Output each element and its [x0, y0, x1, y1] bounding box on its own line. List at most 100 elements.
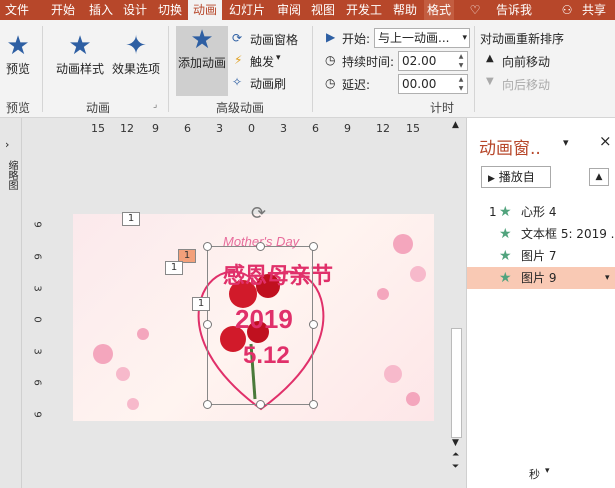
ruler-tick: 15	[91, 122, 105, 135]
effect-options-label: 效果选项	[111, 62, 160, 76]
divider	[474, 26, 475, 112]
tab-file[interactable]: 文件	[0, 0, 34, 20]
item-number: 1	[489, 205, 497, 219]
resize-handle[interactable]	[256, 400, 265, 409]
list-item[interactable]: ★ 图片 7	[467, 245, 615, 267]
animation-pane-button[interactable]: 动画窗格	[250, 31, 298, 48]
tab-slideshow[interactable]: 幻灯片	[226, 0, 268, 20]
add-animation-button[interactable]: ★ 添加动画	[176, 26, 228, 96]
effect-star-icon: ✦	[125, 31, 147, 61]
group-timing-label: 计时	[429, 101, 454, 115]
resize-handle[interactable]	[203, 320, 212, 329]
spinner-icon[interactable]: ▲ ▼	[455, 75, 467, 93]
preview-star-icon: ★	[6, 31, 30, 61]
effect-star-icon: ★	[499, 270, 512, 286]
delay-value: 00.00	[402, 77, 437, 91]
resize-handle[interactable]	[203, 400, 212, 409]
preview-label: 预览	[5, 62, 30, 76]
tell-me[interactable]: 告诉我	[492, 0, 536, 20]
tab-view[interactable]: 视图	[308, 0, 338, 20]
ruler-tick: 9	[31, 221, 43, 228]
effect-star-icon: ★	[499, 204, 512, 220]
list-item[interactable]: ★ 文本框 5: 2019 ...	[467, 223, 615, 245]
rotate-handle-icon[interactable]: ⟳	[251, 203, 266, 224]
start-select[interactable]: 与上一动画... ▾	[374, 28, 470, 48]
resize-handle[interactable]	[203, 242, 212, 251]
divider	[42, 26, 43, 112]
person-icon[interactable]: ⚇	[560, 0, 574, 20]
tab-review[interactable]: 审阅	[274, 0, 304, 20]
add-star-icon: ★	[190, 25, 214, 55]
delay-clock-icon: ◷	[325, 76, 336, 90]
tab-help[interactable]: 帮助	[390, 0, 420, 20]
up-arrow-icon: ▲	[486, 53, 494, 64]
share-button[interactable]: 共享	[576, 0, 612, 20]
tab-design[interactable]: 设计	[120, 0, 150, 20]
reorder-label: 对动画重新排序	[480, 32, 565, 46]
tab-format[interactable]: 格式	[424, 0, 454, 20]
tab-developer[interactable]: 开发工	[342, 0, 386, 20]
ruler-tick: 15	[406, 122, 420, 135]
duration-input[interactable]: 02.00 ▲ ▼	[398, 51, 468, 71]
lightbulb-icon[interactable]: ♡	[466, 0, 484, 20]
tab-transitions[interactable]: 切换	[155, 0, 185, 20]
tab-home[interactable]: 开始	[48, 0, 78, 20]
preview-button[interactable]: ★ 预览	[4, 32, 32, 77]
chevron-down-icon[interactable]: ▾	[545, 466, 550, 476]
vertical-scrollbar[interactable]: ▲ ▼ ⏶ ⏷	[448, 118, 465, 488]
delay-input[interactable]: 00.00 ▲ ▼	[398, 74, 468, 94]
chevron-down-icon: ▾	[462, 33, 467, 43]
tab-insert[interactable]: 插入	[86, 0, 116, 20]
chevron-down-icon: ▾	[276, 53, 281, 63]
ruler-tick: 6	[184, 122, 191, 135]
ruler-tick: 12	[120, 122, 134, 135]
dialog-launcher-icon[interactable]: ⌟	[153, 100, 157, 110]
timeline-unit: 秒	[529, 468, 540, 481]
item-label: 心形 4	[521, 205, 557, 219]
trigger-button[interactable]: 触发	[250, 53, 274, 70]
vertical-ruler: 9 6 3 0 3 6 9	[31, 210, 52, 420]
close-icon[interactable]: ×	[599, 132, 612, 150]
animation-styles-button[interactable]: ★ 动画样式	[52, 32, 108, 77]
play-icon: ▶	[488, 174, 495, 184]
animation-brush-button[interactable]: 动画刷	[250, 75, 286, 92]
group-animation-label: 动画	[85, 101, 110, 115]
animation-tag[interactable]: 1	[192, 297, 210, 311]
horizontal-ruler: 15 12 9 6 3 0 3 6 9 12 15	[62, 118, 452, 138]
ruler-tick: 6	[31, 379, 43, 386]
chevron-right-icon[interactable]: ›	[5, 138, 9, 151]
spinner-icon[interactable]: ▲ ▼	[455, 52, 467, 70]
pane-title: 动画窗..	[479, 139, 541, 159]
tab-animations[interactable]: 动画	[188, 0, 222, 20]
scroll-up-icon[interactable]: ▲	[452, 120, 459, 130]
chevron-down-icon[interactable]: ▾	[563, 136, 569, 149]
animation-tag[interactable]: 1	[122, 212, 140, 226]
animation-tag[interactable]: 1	[165, 261, 183, 275]
scroll-thumb[interactable]	[451, 328, 462, 438]
animation-styles-label: 动画样式	[55, 62, 104, 76]
duration-value: 02.00	[402, 54, 437, 68]
ruler-tick: 9	[31, 411, 43, 418]
ruler-tick: 6	[31, 253, 43, 260]
resize-handle[interactable]	[256, 242, 265, 251]
scroll-down-icon[interactable]: ▼	[452, 438, 459, 448]
effect-options-button[interactable]: ✦ 效果选项	[108, 32, 164, 77]
ruler-tick: 3	[280, 122, 287, 135]
play-from-button[interactable]: ▶ 播放自	[481, 166, 551, 188]
move-later-button[interactable]: 向后移动	[502, 76, 550, 93]
move-up-button[interactable]: ▲	[589, 168, 609, 186]
thumbnails-label: 缩略图	[6, 160, 17, 190]
brush-icon: ✧	[232, 75, 243, 89]
move-earlier-button[interactable]: 向前移动	[502, 53, 550, 70]
resize-handle[interactable]	[309, 320, 318, 329]
chevron-down-icon[interactable]: ▾	[605, 267, 610, 289]
resize-handle[interactable]	[309, 400, 318, 409]
prev-slide-icon[interactable]: ⏶	[452, 450, 459, 460]
down-arrow-icon: ▼	[486, 76, 494, 87]
resize-handle[interactable]	[309, 242, 318, 251]
thumbnail-strip[interactable]: › 缩略图	[0, 118, 22, 488]
delay-label: 延迟:	[342, 78, 371, 92]
next-slide-icon[interactable]: ⏷	[452, 462, 459, 472]
list-item-selected[interactable]: ★ 图片 9 ▾	[467, 267, 615, 289]
list-item[interactable]: 1 ★ 心形 4	[467, 201, 615, 223]
